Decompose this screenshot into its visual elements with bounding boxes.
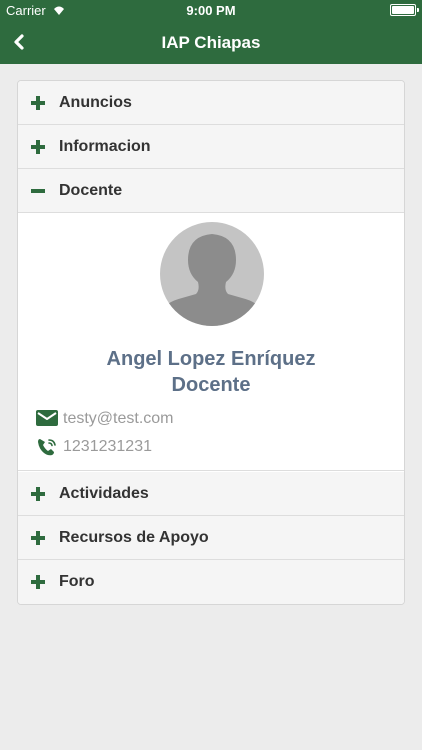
status-bar: Carrier 9:00 PM bbox=[0, 0, 422, 20]
accordion-item-label: Informacion bbox=[59, 138, 151, 155]
teacher-detail-panel: Angel Lopez Enríquez Docente testy@test.… bbox=[18, 213, 404, 471]
accordion-item-informacion[interactable]: Informacion bbox=[18, 125, 404, 169]
accordion-item-docente[interactable]: Docente bbox=[18, 169, 404, 213]
phone-icon bbox=[38, 439, 56, 456]
teacher-name: Angel Lopez Enríquez bbox=[106, 348, 316, 370]
status-time: 9:00 PM bbox=[186, 3, 236, 18]
email-icon bbox=[36, 410, 58, 426]
teacher-email[interactable]: testy@test.com bbox=[63, 410, 174, 428]
battery-icon bbox=[390, 4, 419, 16]
accordion-item-label: Foro bbox=[59, 573, 95, 590]
page-title: IAP Chiapas bbox=[161, 33, 261, 52]
accordion-card: Anuncios Informacion Docente Angel Lopez… bbox=[17, 80, 405, 605]
navigation-bar: IAP Chiapas bbox=[0, 20, 422, 64]
accordion-item-label: Actividades bbox=[59, 485, 149, 502]
teacher-role: Docente bbox=[171, 374, 251, 396]
accordion-item-recursos-de-apoyo[interactable]: Recursos de Apoyo bbox=[18, 516, 404, 560]
plus-icon bbox=[31, 96, 45, 110]
plus-icon bbox=[31, 575, 45, 589]
plus-icon bbox=[31, 487, 45, 501]
accordion-item-actividades[interactable]: Actividades bbox=[18, 472, 404, 516]
accordion-item-foro[interactable]: Foro bbox=[18, 560, 404, 604]
plus-icon bbox=[31, 140, 45, 154]
minus-icon bbox=[31, 189, 45, 193]
accordion-item-label: Anuncios bbox=[59, 94, 132, 111]
teacher-phone[interactable]: 1231231231 bbox=[63, 438, 152, 456]
accordion-item-anuncios[interactable]: Anuncios bbox=[18, 81, 404, 125]
avatar bbox=[160, 222, 264, 326]
accordion-item-label: Recursos de Apoyo bbox=[59, 529, 209, 546]
plus-icon bbox=[31, 531, 45, 545]
accordion-item-label: Docente bbox=[59, 182, 123, 199]
